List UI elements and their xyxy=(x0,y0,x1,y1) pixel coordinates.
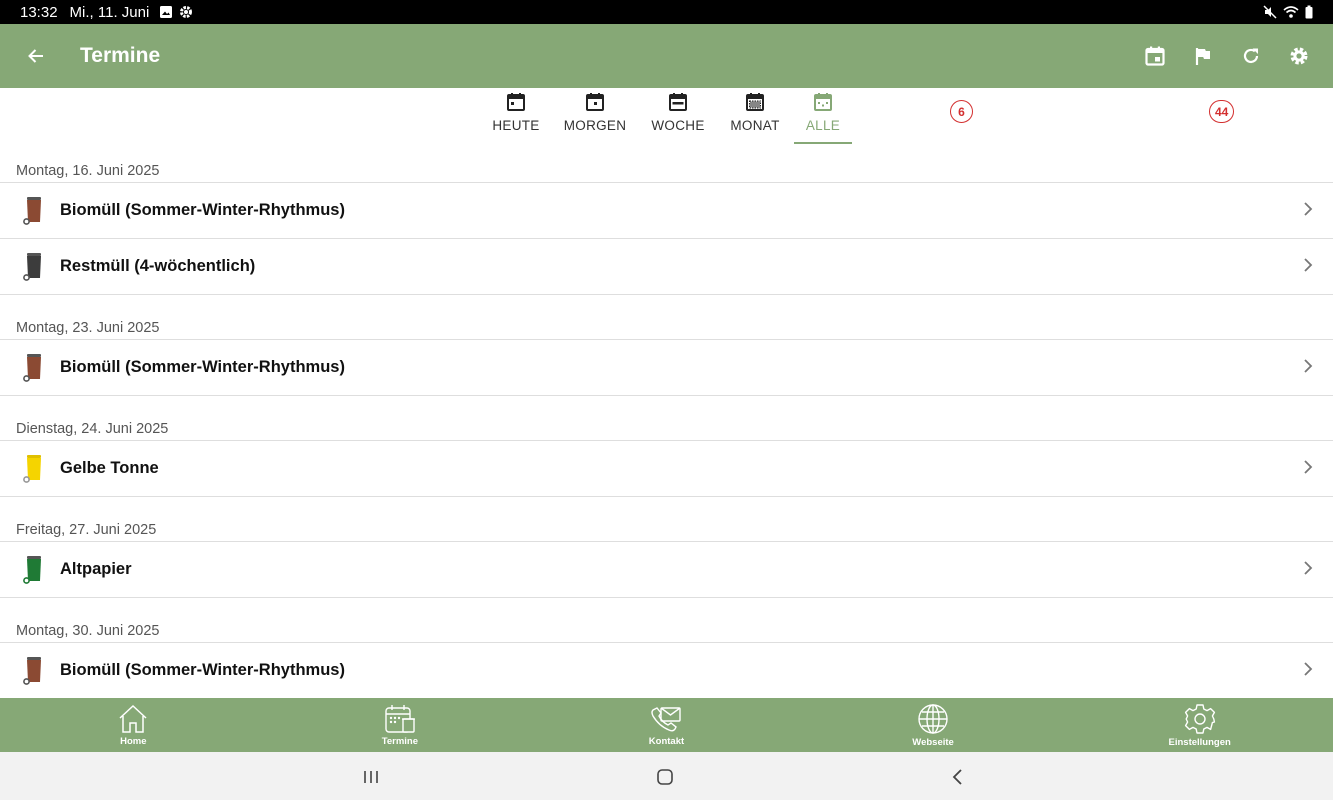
list-item[interactable]: Altpapier xyxy=(0,542,1333,598)
chevron-right-icon xyxy=(1304,561,1313,575)
status-bar: 13:32 Mi., 11. Juni xyxy=(0,0,1333,24)
item-title: Altpapier xyxy=(60,560,132,578)
count-badge-right: 44 xyxy=(1209,100,1235,123)
bin-brown-icon xyxy=(23,656,41,685)
nav-termine[interactable]: Termine xyxy=(267,698,534,752)
period-tabs: HEUTE MORGEN WOCHE MONAT ALLE xyxy=(0,88,1333,146)
settings-action-button[interactable] xyxy=(1275,32,1323,80)
contact-phone-icon xyxy=(651,706,682,731)
calendar-tomorrow-icon xyxy=(586,93,604,111)
calendar-event-icon xyxy=(1145,46,1165,66)
chevron-right-icon xyxy=(1304,359,1313,373)
list-item[interactable]: Biomüll (Sommer-Winter-Rhythmus) xyxy=(0,340,1333,396)
home-icon xyxy=(119,704,147,733)
system-navigation-bar xyxy=(0,752,1333,800)
tab-alle[interactable]: ALLE xyxy=(794,88,852,144)
app-bar: Termine xyxy=(0,24,1333,88)
flag-icon xyxy=(1195,48,1210,65)
arrow-back-icon xyxy=(28,49,43,63)
nav-webseite[interactable]: Webseite xyxy=(800,698,1067,752)
back-button[interactable] xyxy=(0,24,72,88)
item-title: Biomüll (Sommer-Winter-Rhythmus) xyxy=(60,201,345,219)
chevron-right-icon xyxy=(1304,460,1313,474)
refresh-icon xyxy=(1243,48,1259,63)
nav-label: Kontakt xyxy=(648,735,685,747)
settings-notification-icon xyxy=(180,6,193,18)
status-time: 13:32 xyxy=(20,3,58,21)
calendar-week-icon xyxy=(669,93,687,111)
nav-einstellungen[interactable]: Einstellungen xyxy=(1066,698,1333,752)
tab-label: WOCHE xyxy=(651,118,705,133)
globe-icon xyxy=(918,703,948,734)
mute-icon xyxy=(1263,5,1277,19)
recent-apps-button[interactable] xyxy=(358,764,384,790)
chevron-right-icon xyxy=(1304,258,1313,272)
home-square-icon xyxy=(657,769,673,785)
calendar-bin-icon xyxy=(385,704,415,733)
tab-monat[interactable]: MONAT xyxy=(724,88,786,144)
battery-icon xyxy=(1305,5,1313,19)
item-title: Biomüll (Sommer-Winter-Rhythmus) xyxy=(60,358,345,376)
bottom-navigation: Home Termine Kontakt Webseite Einstellun… xyxy=(0,698,1333,752)
back-chevron-icon xyxy=(952,769,962,785)
calendar-today-icon xyxy=(507,93,525,111)
date-header: Dienstag, 24. Juni 2025 xyxy=(0,404,1333,441)
list-item[interactable]: Restmüll (4-wöchentlich) xyxy=(0,239,1333,295)
item-title: Gelbe Tonne xyxy=(60,459,159,477)
item-title: Restmüll (4-wöchentlich) xyxy=(60,257,256,275)
list-item[interactable]: Biomüll (Sommer-Winter-Rhythmus) xyxy=(0,643,1333,698)
item-title: Biomüll (Sommer-Winter-Rhythmus) xyxy=(60,661,345,679)
bin-black-icon xyxy=(23,252,41,281)
list-item[interactable]: Biomüll (Sommer-Winter-Rhythmus) xyxy=(0,183,1333,239)
tab-label: ALLE xyxy=(805,118,841,133)
bin-brown-icon xyxy=(23,196,41,225)
calendar-month-icon xyxy=(746,93,764,111)
nav-label: Termine xyxy=(381,735,419,747)
flag-action-button[interactable] xyxy=(1179,32,1227,80)
calendar-all-icon xyxy=(814,93,832,111)
nav-home[interactable]: Home xyxy=(0,698,267,752)
tab-label: MORGEN xyxy=(563,118,627,133)
date-header: Freitag, 27. Juni 2025 xyxy=(0,505,1333,542)
count-badge-left: 6 xyxy=(950,100,973,123)
recent-apps-icon xyxy=(364,771,378,783)
refresh-action-button[interactable] xyxy=(1227,32,1275,80)
bin-brown-icon xyxy=(23,353,41,382)
tab-woche[interactable]: WOCHE xyxy=(646,88,710,144)
tab-label: HEUTE xyxy=(492,118,540,133)
nav-label: Webseite xyxy=(912,736,954,748)
home-system-button[interactable] xyxy=(652,764,678,790)
tab-heute[interactable]: HEUTE xyxy=(482,88,550,144)
status-date: Mi., 11. Juni xyxy=(69,3,150,21)
page-title: Termine xyxy=(80,44,161,67)
date-header: Montag, 16. Juni 2025 xyxy=(0,146,1333,183)
gear-icon xyxy=(1184,703,1215,734)
nav-kontakt[interactable]: Kontakt xyxy=(533,698,800,752)
appointment-list: Montag, 16. Juni 2025 Biomüll (Sommer-Wi… xyxy=(0,146,1333,698)
back-system-button[interactable] xyxy=(945,764,971,790)
bin-green-icon xyxy=(23,555,41,584)
date-header: Montag, 30. Juni 2025 xyxy=(0,606,1333,643)
chevron-right-icon xyxy=(1304,662,1313,676)
calendar-action-button[interactable] xyxy=(1131,32,1179,80)
date-header: Montag, 23. Juni 2025 xyxy=(0,303,1333,340)
bin-yellow-icon xyxy=(23,454,41,483)
tab-label: MONAT xyxy=(730,118,780,133)
nav-label: Home xyxy=(120,735,147,747)
tab-morgen[interactable]: MORGEN xyxy=(560,88,630,144)
nav-label: Einstellungen xyxy=(1168,736,1231,748)
list-item[interactable]: Gelbe Tonne xyxy=(0,441,1333,497)
image-notification-icon xyxy=(160,6,173,18)
chevron-right-icon xyxy=(1304,202,1313,216)
gear-icon xyxy=(1290,47,1308,65)
wifi-icon xyxy=(1283,6,1299,18)
